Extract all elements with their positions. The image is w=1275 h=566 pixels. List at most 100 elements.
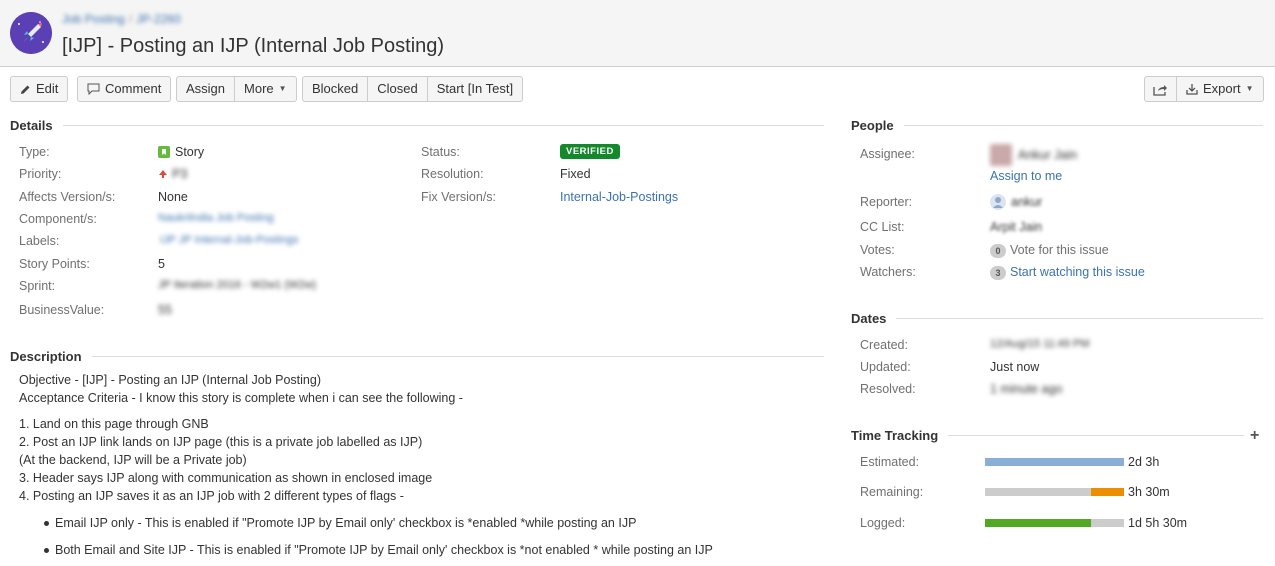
assignee-value[interactable]: Ankur Jain: [990, 144, 1077, 166]
business-value-value: 55: [158, 303, 172, 317]
priority-text: P3: [172, 167, 188, 181]
reporter-value[interactable]: ankur: [990, 194, 1042, 210]
estimated-bar: [985, 458, 1124, 466]
breadcrumb-issue-key[interactable]: JP-2260: [136, 12, 181, 26]
people-heading: People: [851, 118, 1263, 133]
fix-version-label: Fix Version/s:: [421, 190, 497, 204]
components-label: Component/s:: [19, 212, 97, 226]
dates-heading: Dates: [851, 311, 1263, 326]
affects-version-label: Affects Version/s:: [19, 190, 116, 204]
affects-version-value: None: [158, 190, 188, 204]
workflow-group: Blocked Closed Start [In Test]: [302, 76, 524, 102]
chevron-down-icon: ▼: [1245, 84, 1254, 93]
edit-button[interactable]: Edit: [11, 77, 67, 101]
time-tracking-heading: Time Tracking: [851, 428, 1244, 443]
labels-label: Labels:: [19, 234, 60, 248]
bullet-dot: [44, 521, 49, 526]
votes-count: 0: [990, 243, 1006, 258]
logged-value: 1d 5h 30m: [1128, 516, 1188, 530]
description-line: (At the backend, IJP will be a Private j…: [19, 453, 247, 467]
watchers-value: 3 Start watching this issue: [990, 265, 1145, 280]
start-in-test-button[interactable]: Start [In Test]: [426, 77, 522, 101]
export-button[interactable]: Export ▼: [1176, 77, 1263, 101]
sprint-value[interactable]: JP Iteration 2016 - W2w1 (W2w): [158, 279, 316, 291]
start-watching-link[interactable]: Start watching this issue: [1010, 265, 1145, 279]
votes-value: 0 Vote for this issue: [990, 243, 1109, 258]
created-label: Created:: [860, 338, 908, 352]
type-text: Story: [175, 145, 205, 159]
more-label: More: [244, 81, 274, 96]
comment-icon: [87, 83, 100, 95]
estimated-label: Estimated:: [860, 455, 920, 469]
add-icon[interactable]: +: [1250, 428, 1259, 444]
resolved-label: Resolved:: [860, 382, 916, 396]
description-heading: Description: [10, 349, 824, 364]
assign-to-me-link[interactable]: Assign to me: [990, 169, 1062, 183]
priority-up-icon: [159, 170, 167, 178]
watchers-count: 3: [990, 265, 1006, 280]
more-button[interactable]: More ▼: [234, 77, 296, 101]
created-value: 12/Aug/15 11:49 PM: [990, 338, 1090, 350]
description-bullet: Both Email and Site IJP - This is enable…: [55, 543, 713, 557]
assign-more-group: Assign More ▼: [176, 76, 297, 102]
edit-label: Edit: [36, 81, 59, 96]
remaining-label: Remaining:: [860, 485, 924, 499]
reporter-name: ankur: [1011, 195, 1043, 209]
story-points-value: 5: [158, 257, 165, 271]
edit-group: Edit: [10, 76, 69, 102]
start-in-test-label: Start [In Test]: [436, 81, 514, 96]
logged-bar: [985, 519, 1124, 527]
logged-label: Logged:: [860, 516, 906, 530]
assignee-label: Assignee:: [860, 147, 915, 161]
issue-header: Job Posting / JP-2260 [IJP] - Posting an I…: [0, 0, 1275, 67]
status-badge: VERIFIED: [560, 144, 620, 159]
description-line: 1. Land on this page through GNB: [19, 417, 209, 431]
closed-button[interactable]: Closed: [367, 77, 426, 101]
pencil-icon: [21, 85, 30, 94]
blocked-label: Blocked: [312, 81, 359, 96]
comment-button[interactable]: Comment: [78, 77, 170, 101]
blocked-button[interactable]: Blocked: [303, 77, 367, 101]
logged-bar-fill: [985, 519, 1091, 527]
reporter-label: Reporter:: [860, 195, 913, 209]
project-avatar[interactable]: [10, 12, 52, 54]
type-label: Type:: [19, 145, 50, 159]
resolution-value: Fixed: [560, 167, 591, 181]
remaining-value: 3h 30m: [1128, 485, 1170, 499]
story-points-label: Story Points:: [19, 257, 90, 271]
status-label: Status:: [421, 145, 460, 159]
type-value: Story: [158, 145, 204, 159]
priority-label: Priority:: [19, 167, 62, 181]
people-heading-text: People: [851, 118, 894, 133]
cc-list-value: Arpit Jain: [990, 220, 1043, 234]
share-export-group: Export ▼: [1144, 76, 1264, 102]
share-icon: [1153, 84, 1167, 96]
comment-label: Comment: [105, 81, 162, 96]
estimated-value: 2d 3h: [1128, 455, 1160, 469]
comment-group: Comment: [77, 76, 172, 102]
description-bullet: Email IJP only - This is enabled if "Pro…: [55, 516, 637, 530]
assignee-name: Ankur Jain: [1018, 148, 1078, 162]
description-line: 4. Posting an IJP saves it as an IJP job…: [19, 489, 404, 503]
vote-link: Vote for this issue: [1010, 243, 1109, 257]
avatar: [990, 144, 1012, 166]
watchers-label: Watchers:: [860, 265, 916, 279]
updated-value: Just now: [990, 360, 1040, 374]
share-button[interactable]: [1145, 77, 1176, 101]
details-heading-text: Details: [10, 118, 53, 133]
resolved-value: 1 minute ago: [990, 382, 1063, 396]
bullet-dot: [44, 548, 49, 553]
cc-list-label: CC List:: [860, 220, 905, 234]
votes-label: Votes:: [860, 243, 895, 257]
components-value[interactable]: Naukrilndia Job Posting: [158, 212, 274, 224]
description-line: 3. Header says IJP along with communicat…: [19, 471, 433, 485]
user-avatar-icon: [990, 194, 1006, 210]
assign-button[interactable]: Assign: [177, 77, 234, 101]
rocket-icon: [10, 12, 52, 54]
labels-value[interactable]: IJP JP Internal-Job-Postings: [160, 234, 298, 246]
assign-label: Assign: [186, 81, 226, 96]
story-icon: [158, 146, 170, 158]
details-heading: Details: [10, 118, 824, 133]
breadcrumb-project[interactable]: Job Posting: [62, 12, 125, 26]
fix-version-value[interactable]: Internal-Job-Postings: [560, 190, 678, 204]
